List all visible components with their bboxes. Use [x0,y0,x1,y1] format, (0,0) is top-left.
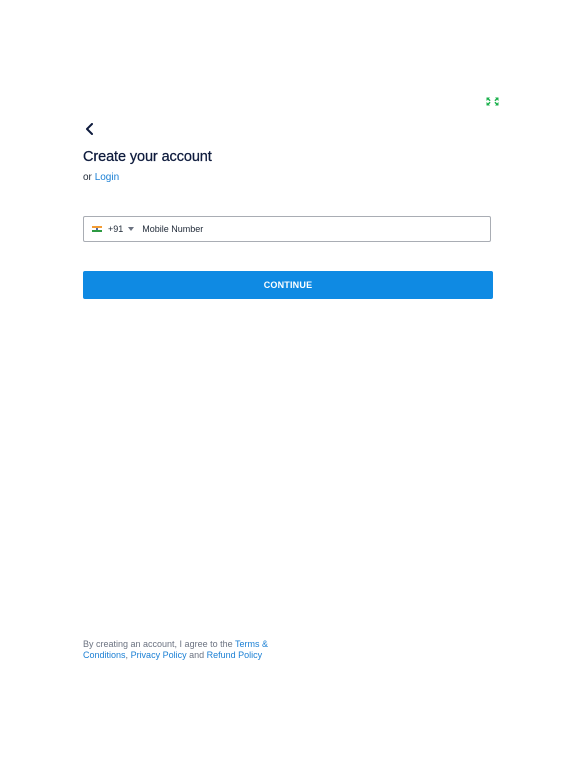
login-prompt: or Login [83,172,119,183]
login-link[interactable]: Login [95,172,119,183]
mobile-number-input[interactable] [142,219,490,239]
expand-arrows-icon[interactable] [486,97,499,106]
country-code-select[interactable]: +91 [92,224,142,234]
caret-down-icon [128,227,135,231]
legal-notice: By creating an account, I agree to the T… [83,639,283,661]
page-title: Create your account [83,149,212,165]
legal-prefix: By creating an account, I agree to the [83,639,233,649]
or-text: or [83,172,92,183]
refund-policy-link[interactable]: Refund Policy [207,650,263,660]
continue-button[interactable]: CONTINUE [83,271,493,299]
chevron-left-icon [85,123,93,135]
mobile-number-field: +91 [83,216,491,242]
privacy-policy-link[interactable]: Privacy Policy [131,650,187,660]
legal-and: and [189,650,205,660]
signup-page: Create your account or Login +91 CONTINU… [0,0,576,768]
dial-code: +91 [108,224,124,234]
back-button[interactable] [80,120,98,138]
legal-separator: , [125,650,129,660]
india-flag-icon [92,225,102,233]
